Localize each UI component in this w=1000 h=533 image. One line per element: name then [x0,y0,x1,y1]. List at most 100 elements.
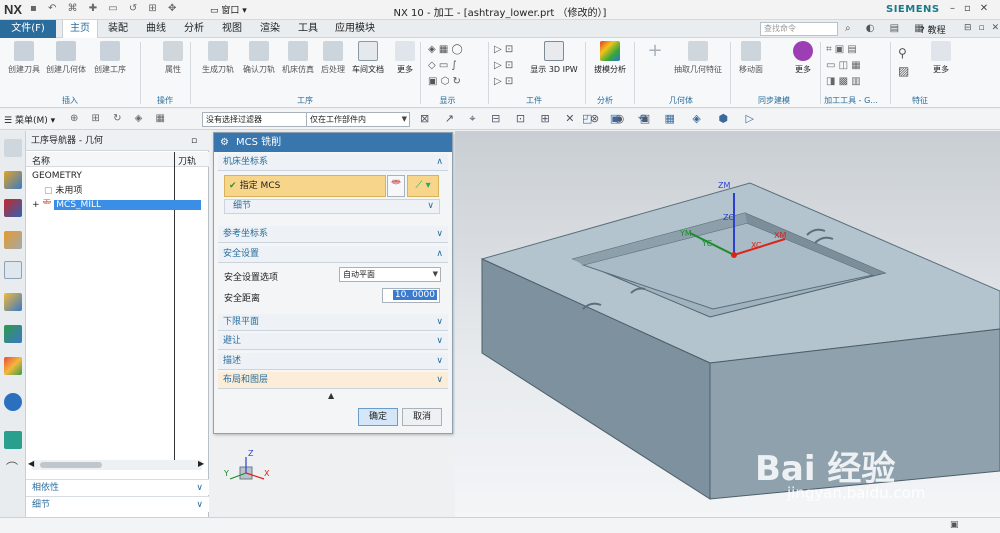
more-button-3[interactable]: 更多 [928,41,954,75]
axis-label-xc: XC [751,241,762,250]
web-browser-icon[interactable] [4,393,22,411]
more-button-2[interactable]: 更多 [790,41,816,75]
workpiece-tools[interactable]: ▷ ⊡ ▷ ⊡ ▷ ⊡ [494,42,524,92]
collapse-dialog-icon[interactable]: ▲ [328,391,334,400]
machine-simulation-button[interactable]: 机床仿真 [279,41,317,75]
watermark-url: jingyan.baidu.com [787,484,926,502]
tab-assembly[interactable]: 装配 [102,20,134,38]
machine-csys-section[interactable]: 机床坐标系 ∧ [218,154,448,171]
safety-section[interactable]: 安全设置 ∧ [218,246,448,263]
file-menu-button[interactable]: 文件(F) [0,20,56,38]
history-icon[interactable] [4,431,22,449]
csys-dialog-button[interactable]: ⻗ [387,175,405,197]
tab-analysis[interactable]: 分析 [178,20,210,38]
safety-option-dropdown[interactable]: 自动平面 ▼ [339,267,441,282]
show-3d-ipw-button[interactable]: 显示 3D IPW [528,41,580,75]
create-operation-button[interactable]: 创建工序 [90,41,130,75]
layout-layers-section[interactable]: 布局和图层 ∨ [218,372,448,389]
more-button-1[interactable]: 更多 [392,41,418,75]
menu-icon: ☰ [4,116,15,126]
tree-row-unused[interactable]: ▢ 未用项 [26,184,206,198]
specify-mcs-row[interactable]: ✔ 指定 MCS [224,175,386,197]
window-controls[interactable]: –▫✕ [950,3,997,14]
main-menu-button[interactable]: ☰ 菜单(M) ▾ [4,113,55,126]
safety-option-label: 安全设置选项 [224,273,279,283]
tree-row-mcs-mill[interactable]: + ⻗ MCS_MILL [26,198,206,212]
draft-analysis-button[interactable]: 拔模分析 [590,41,630,75]
reuse-library-icon[interactable] [4,325,22,343]
palette-icon[interactable] [4,357,22,375]
properties-button[interactable]: 属性 [158,41,188,75]
ipw-icon [544,41,564,61]
chevron-down-icon: ∨ [436,317,443,327]
avoidance-section[interactable]: 避让 ∨ [218,333,448,350]
navigator-column-header: 名称 刀轨 [26,152,209,167]
point-button[interactable]: + [640,41,670,64]
scrollbar-thumb[interactable] [40,462,102,468]
toolbar-icons[interactable]: ⊕ ⊞ ↻ ◈ ▦ [70,113,170,124]
machining-tools[interactable]: ⌗ ▣ ▤ ▭ ◫ ▦ ◨ ▩ ▥ [826,42,882,92]
description-section[interactable]: 描述 ∨ [218,353,448,370]
cancel-button[interactable]: 取消 [402,408,442,426]
column-toolpath[interactable]: 刀轨 [178,154,196,167]
tab-view[interactable]: 视图 [216,20,248,38]
constraint-navigator-icon[interactable] [4,199,22,217]
tab-render[interactable]: 渲染 [254,20,286,38]
column-name[interactable]: 名称 [32,154,50,167]
part-navigator-icon[interactable] [4,231,22,249]
scroll-right-icon[interactable]: ▶ [198,459,204,468]
scroll-left-icon[interactable]: ◀ [28,459,34,468]
tab-curve[interactable]: 曲线 [140,20,172,38]
extract-geometry-button[interactable]: 抽取几何特征 [668,41,728,75]
ribbon-controls[interactable]: ⊟▫✕ [964,23,1000,33]
assembly-navigator-icon[interactable] [4,171,22,189]
csys-icon: ⻗ [391,180,401,191]
create-operation-icon [100,41,120,61]
display-tools[interactable]: ◈ ▦ ◯ ◇ ▭ ∫ ▣ ⬡ ↻ [428,42,473,92]
selection-filter-dropdown[interactable]: 没有选择过滤器▼ [202,112,314,127]
search-icon[interactable]: ⌕ ◐ ▤ ▦ [845,23,930,34]
maximize-icon[interactable]: ▫ [191,131,197,151]
csys-axes-icon: ⟋ ▾ [415,180,431,191]
lower-plane-section[interactable]: 下限平面 ∨ [218,314,448,331]
dependencies-section[interactable]: 相依性 ∨ [26,479,209,495]
ref-csys-section[interactable]: 参考坐标系 ∨ [218,226,448,243]
scope-dropdown[interactable]: 仅在工作部件内 ▼ [306,112,410,127]
machine-tool-navigator-icon[interactable] [4,293,22,311]
create-geometry-button[interactable]: 创建几何体 [44,41,88,75]
tab-home[interactable]: 主页 [62,20,98,38]
shop-docs-button[interactable]: 车间文档 [348,41,388,75]
role-icon[interactable]: ⌒ [6,459,18,476]
clock-icon[interactable] [4,139,22,157]
command-search-input[interactable]: 查找命令 [760,22,838,36]
details-section[interactable]: 细节 ∨ [26,496,209,512]
full-screen-icon[interactable]: ▣ [950,520,959,530]
group-machining-tools: 加工工具 - G... [824,96,878,105]
gear-icon: ⚙ [220,137,229,148]
help-button[interactable]: ? 教程 [920,23,946,36]
safety-distance-input[interactable]: 10. 0000 [382,288,440,303]
horizontal-scrollbar[interactable]: ◀ ▶ [28,459,204,470]
tab-tools[interactable]: 工具 [292,20,324,38]
verify-toolpath-button[interactable]: 确认刀轨 [240,41,278,75]
extract-geometry-icon [688,41,708,61]
csys-type-dropdown[interactable]: ⟋ ▾ [407,175,439,197]
siemens-brand: SIEMENS [886,4,940,15]
view-tools[interactable]: ◰ ▣ ⟲ ▦ ◈ ⬢ ▷ [582,112,761,125]
generate-toolpath-button[interactable]: 生成刀轨 [198,41,238,75]
tree-row-geometry[interactable]: GEOMETRY [26,169,206,183]
operation-navigator-icon[interactable] [4,261,22,279]
graphics-viewport[interactable]: ZM ZC YM YC XC XM Bai 经验 jingyan.baidu.c… [455,131,1000,517]
postprocess-icon [323,41,343,61]
create-tool-button[interactable]: 创建刀具 [6,41,42,75]
triad-label-y: Y [224,469,229,478]
move-face-button[interactable]: 移动面 [734,41,768,75]
ok-button[interactable]: 确定 [358,408,398,426]
feature-tools[interactable]: ⚲ ▨ [898,44,922,84]
postprocess-button[interactable]: 后处理 [318,41,348,75]
tab-applications[interactable]: 应用模块 [330,20,380,38]
details-subsection[interactable]: 细节 ∨ [224,199,440,214]
status-bar: ▣ [0,517,1000,533]
ribbon-tab-bar: 文件(F) 主页 装配 曲线 分析 视图 渲染 工具 应用模块 查找命令 ⌕ ◐… [0,20,1000,38]
group-operation: 操作 [157,96,173,105]
